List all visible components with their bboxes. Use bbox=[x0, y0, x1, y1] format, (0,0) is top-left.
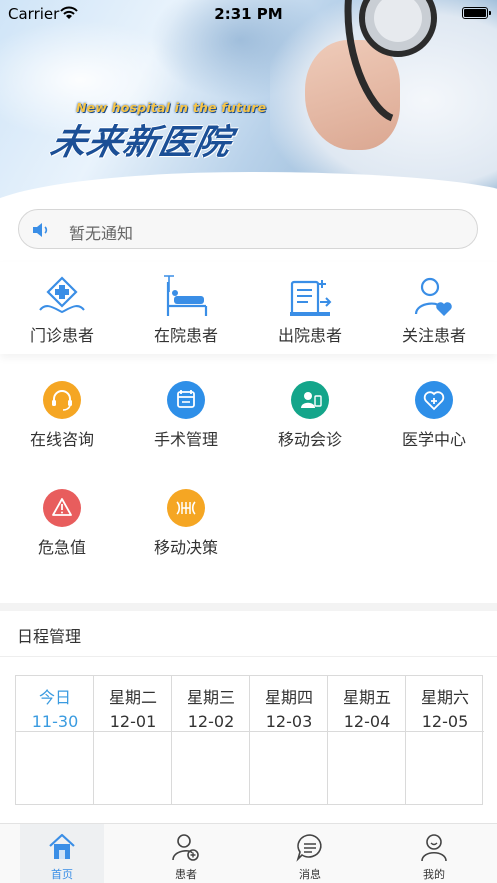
grid-item-follow[interactable]: 关注患者 bbox=[372, 272, 496, 352]
tab-label: 首页 bbox=[51, 868, 73, 881]
speaker-icon bbox=[33, 223, 48, 237]
headset-icon bbox=[43, 381, 81, 419]
tab-messages[interactable]: 消息 bbox=[248, 824, 372, 883]
grid-label: 医学中心 bbox=[401, 430, 466, 449]
section-divider bbox=[0, 603, 497, 611]
profile-icon bbox=[421, 834, 447, 862]
patient-icon bbox=[172, 834, 199, 861]
message-icon bbox=[296, 834, 322, 862]
grid-label: 危急值 bbox=[37, 538, 86, 557]
calendar-day-sat[interactable]: 星期六 12-05 bbox=[406, 676, 484, 804]
dna-icon bbox=[167, 489, 205, 527]
calendar-day-header: 星期四 12-03 bbox=[250, 676, 328, 732]
calendar-date: 12-03 bbox=[265, 712, 313, 731]
tab-bar: 首页 患者 消息 我的 bbox=[0, 823, 497, 883]
grid-label: 手术管理 bbox=[153, 430, 218, 449]
calendar-day-header: 星期二 12-01 bbox=[94, 676, 172, 732]
heart-plus-icon bbox=[415, 381, 453, 419]
calendar-weekday: 星期二 bbox=[108, 688, 157, 707]
calendar-weekday: 星期三 bbox=[186, 688, 235, 707]
schedule-title: 日程管理 bbox=[17, 627, 82, 646]
warning-icon bbox=[43, 489, 81, 527]
calendar-day-wed[interactable]: 星期三 12-02 bbox=[172, 676, 250, 804]
status-bar: Carrier 2:31 PM bbox=[0, 0, 497, 26]
grid-item-discharged[interactable]: 出院患者 bbox=[248, 272, 372, 352]
grid-label: 在院患者 bbox=[153, 326, 218, 345]
logo-english: New hospital in the future bbox=[76, 100, 267, 115]
notice-text: 暂无通知 bbox=[69, 224, 134, 243]
logo-chinese: 未来新医院 bbox=[47, 123, 236, 163]
calendar-weekday: 星期四 bbox=[264, 688, 313, 707]
outpatient-icon bbox=[39, 276, 85, 314]
tab-home[interactable]: 首页 bbox=[0, 824, 124, 883]
grid-item-online-consult[interactable]: 在线咨询 bbox=[0, 380, 124, 450]
notice-bar[interactable]: 暂无通知 bbox=[18, 209, 478, 249]
discharge-icon bbox=[290, 280, 332, 316]
schedule-calendar: 今日 11-30 星期二 12-01 星期三 12-02 星期四 12-03 星… bbox=[15, 675, 484, 805]
tab-profile[interactable]: 我的 bbox=[372, 824, 496, 883]
calendar-day-header: 今日 11-30 bbox=[16, 676, 94, 732]
calendar-date: 12-01 bbox=[109, 712, 157, 731]
grid-item-outpatient[interactable]: 门诊患者 bbox=[0, 272, 124, 352]
grid-label: 移动决策 bbox=[153, 538, 218, 557]
calendar-day-today[interactable]: 今日 11-30 bbox=[16, 676, 94, 804]
grid-item-mobile-decision[interactable]: 移动决策 bbox=[124, 488, 248, 558]
calendar-weekday: 星期五 bbox=[342, 688, 391, 707]
calendar-day-thu[interactable]: 星期四 12-03 bbox=[250, 676, 328, 804]
grid-label: 移动会诊 bbox=[277, 430, 342, 449]
battery-icon bbox=[462, 7, 491, 19]
consult-icon bbox=[291, 381, 329, 419]
calendar-day-header: 星期五 12-04 bbox=[328, 676, 406, 732]
grid-label: 在线咨询 bbox=[29, 430, 94, 449]
follow-patient-icon bbox=[414, 277, 452, 316]
grid-label: 门诊患者 bbox=[29, 326, 94, 345]
grid-item-critical-value[interactable]: 危急值 bbox=[0, 488, 124, 558]
calendar-day-header: 星期六 12-05 bbox=[406, 676, 484, 732]
grid-item-surgery[interactable]: 手术管理 bbox=[124, 380, 248, 450]
calendar-date: 11-30 bbox=[31, 712, 79, 731]
grid-item-medical-center[interactable]: 医学中心 bbox=[372, 380, 496, 450]
banner: New hospital in the future 未来新医院 bbox=[0, 0, 497, 200]
tab-label: 我的 bbox=[423, 868, 445, 881]
calendar-date: 12-04 bbox=[343, 712, 391, 731]
calendar-day-header: 星期三 12-02 bbox=[172, 676, 250, 732]
calendar-day-fri[interactable]: 星期五 12-04 bbox=[328, 676, 406, 804]
grid-item-inpatient[interactable]: 在院患者 bbox=[124, 272, 248, 352]
calendar-icon bbox=[167, 381, 205, 419]
calendar-weekday: 今日 bbox=[38, 688, 71, 707]
grid-item-mobile-consult[interactable]: 移动会诊 bbox=[248, 380, 372, 450]
calendar-day-tue[interactable]: 星期二 12-01 bbox=[94, 676, 172, 804]
calendar-date: 12-02 bbox=[187, 712, 235, 731]
grid-label: 关注患者 bbox=[401, 326, 466, 345]
tab-label: 患者 bbox=[175, 868, 197, 881]
tab-patients[interactable]: 患者 bbox=[124, 824, 248, 883]
home-icon bbox=[49, 833, 75, 859]
calendar-weekday: 星期六 bbox=[420, 688, 469, 707]
divider bbox=[0, 656, 497, 657]
hospital-bed-icon bbox=[164, 275, 208, 316]
calendar-date: 12-05 bbox=[421, 712, 469, 731]
status-time: 2:31 PM bbox=[214, 5, 283, 23]
grid-label: 出院患者 bbox=[277, 326, 342, 345]
tab-label: 消息 bbox=[299, 868, 321, 881]
